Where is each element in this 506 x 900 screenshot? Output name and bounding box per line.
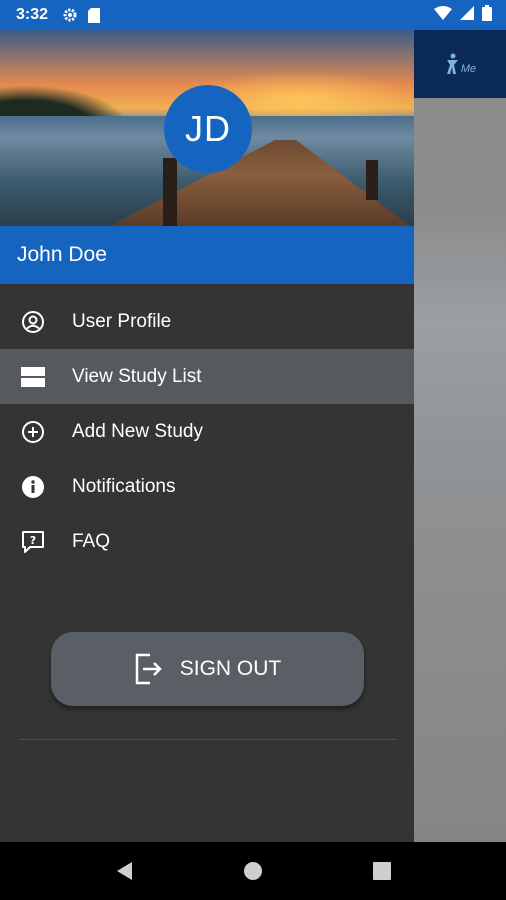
menu-item-label: Notifications xyxy=(72,475,176,497)
drawer-menu: User Profile View Study List Add New Stu… xyxy=(0,284,414,569)
menu-item-notifications[interactable]: Notifications xyxy=(0,459,414,514)
menu-item-add-new-study[interactable]: Add New Study xyxy=(0,404,414,459)
logout-icon xyxy=(134,653,164,685)
user-name-bar: John Doe xyxy=(0,226,414,284)
help-chat-icon: ? xyxy=(20,529,46,555)
account-circle-icon xyxy=(20,309,46,335)
menu-item-faq[interactable]: ? FAQ xyxy=(0,514,414,569)
user-avatar[interactable]: JD xyxy=(164,85,252,173)
header-pier-post xyxy=(163,158,177,226)
menu-item-label: Add New Study xyxy=(72,420,203,442)
system-navigation-bar xyxy=(0,842,506,900)
wifi-icon xyxy=(434,5,452,25)
navigation-drawer: JD John Doe User Profile View Study List… xyxy=(0,30,414,842)
back-icon[interactable] xyxy=(104,851,144,891)
battery-icon xyxy=(482,4,492,26)
app-logo-icon: Me xyxy=(444,53,476,75)
sd-card-icon xyxy=(88,7,101,23)
sign-out-label: SIGN OUT xyxy=(179,657,282,680)
status-bar: 3:32 xyxy=(0,0,506,30)
sign-out-button[interactable]: SIGN OUT xyxy=(51,632,364,706)
background-app-toolbar: Me xyxy=(414,30,506,98)
status-time: 3:32 xyxy=(16,6,49,23)
svg-text:?: ? xyxy=(30,534,36,547)
home-icon[interactable] xyxy=(233,851,273,891)
drawer-header-image: JD xyxy=(0,30,414,226)
background-app[interactable]: Me xyxy=(414,30,506,842)
user-name: John Doe xyxy=(17,243,107,266)
background-app-content xyxy=(414,98,506,842)
menu-item-label: View Study List xyxy=(72,365,202,387)
menu-item-user-profile[interactable]: User Profile xyxy=(0,294,414,349)
add-circle-icon xyxy=(20,419,46,445)
header-pier-post xyxy=(366,160,378,200)
menu-item-label: User Profile xyxy=(72,310,172,332)
menu-item-view-study-list[interactable]: View Study List xyxy=(0,349,414,404)
settings-icon xyxy=(62,7,78,23)
menu-item-label: FAQ xyxy=(72,530,111,552)
info-icon xyxy=(20,474,46,500)
app-logo-text: Me xyxy=(460,63,477,75)
signal-icon xyxy=(460,5,474,25)
recents-icon[interactable] xyxy=(362,851,402,891)
list-view-icon xyxy=(20,364,46,390)
drawer-divider xyxy=(20,739,396,740)
